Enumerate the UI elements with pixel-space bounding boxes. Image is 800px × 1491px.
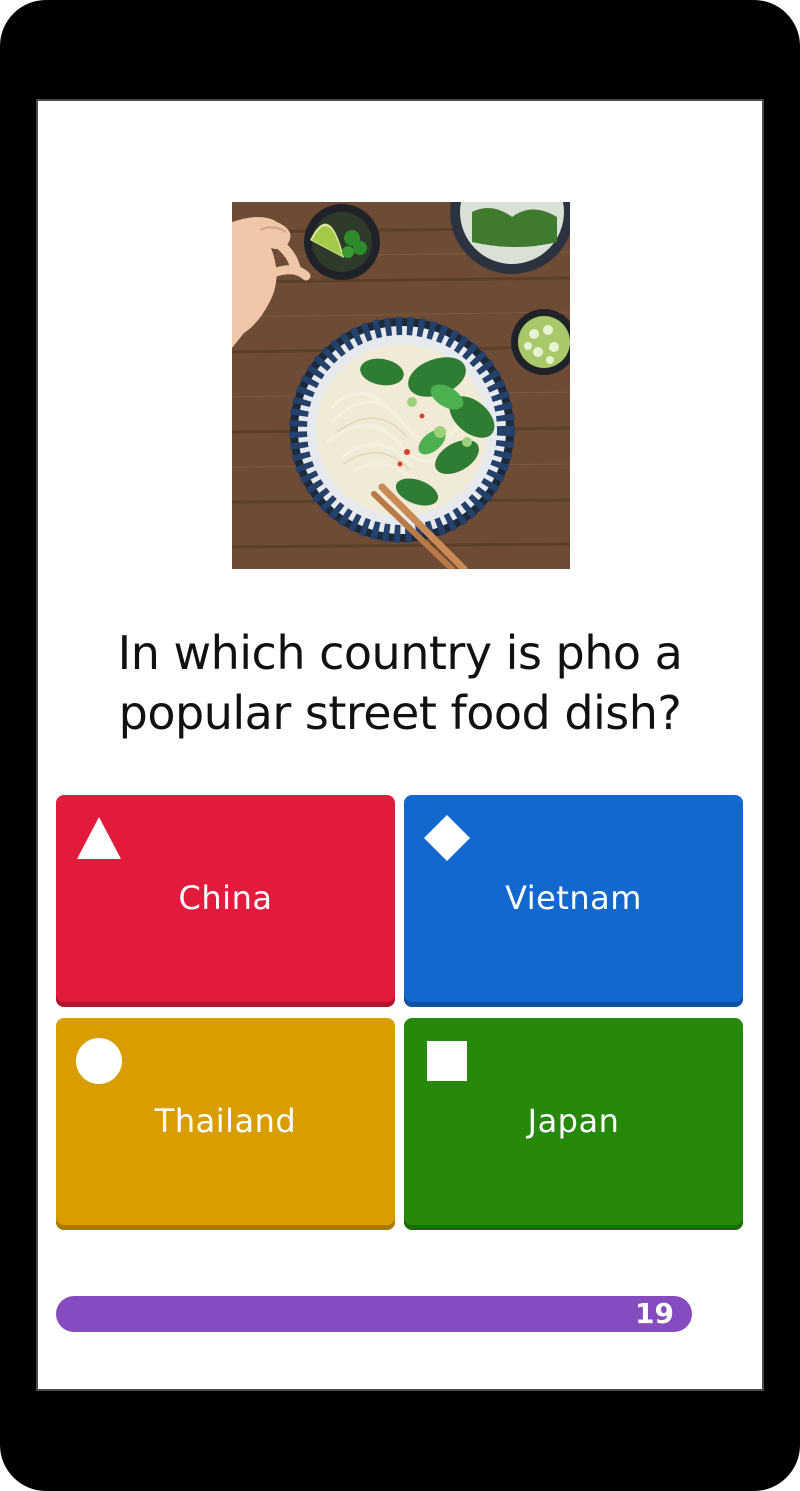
answer-label: Thailand [154,1102,297,1140]
question-image [232,202,570,569]
pho-bowl-illustration [232,202,570,569]
answer-label: China [178,879,273,917]
timer-bar: 19 [56,1296,692,1332]
answer-button-yellow[interactable]: Thailand [56,1018,395,1230]
answer-button-red[interactable]: China [56,795,395,1007]
phone-frame: In which country is pho a popular street… [0,0,800,1491]
answer-label: Japan [527,1102,620,1140]
quiz-screen: In which country is pho a popular street… [36,99,764,1391]
answer-button-blue[interactable]: Vietnam [404,795,743,1007]
answer-button-green[interactable]: Japan [404,1018,743,1230]
timer-count: 19 [635,1297,674,1330]
answer-label: Vietnam [505,879,642,917]
timer-bar-fill [56,1296,692,1332]
question-text: In which country is pho a popular street… [117,626,683,740]
